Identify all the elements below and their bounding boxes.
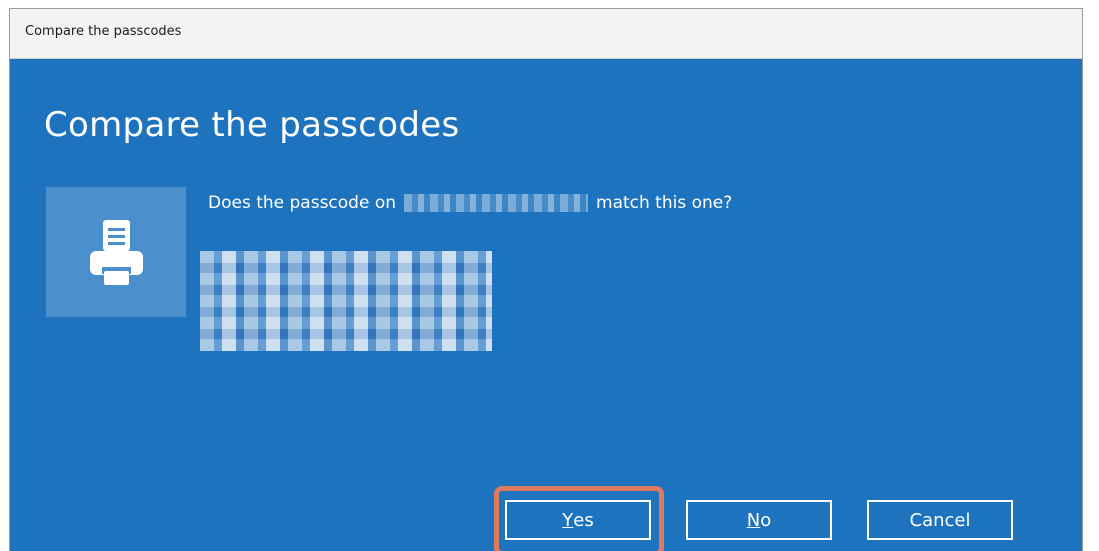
cancel-button[interactable]: Cancel: [867, 500, 1013, 540]
dialog-window: Compare the passcodes Compare the passco…: [9, 8, 1083, 551]
device-tile: [46, 187, 186, 317]
no-label-rest: o: [760, 509, 772, 531]
yes-accelerator: Y: [562, 509, 574, 531]
question-prefix: Does the passcode on: [208, 193, 397, 213]
redacted-device-name: [404, 194, 589, 212]
dialog-heading: Compare the passcodes: [44, 105, 460, 145]
no-button[interactable]: No: [686, 500, 832, 540]
yes-button[interactable]: Yes: [505, 500, 651, 540]
no-accelerator: N: [746, 509, 761, 531]
title-bar[interactable]: Compare the passcodes: [10, 9, 1082, 59]
yes-label-rest: es: [573, 509, 594, 531]
redacted-passcode: [200, 251, 492, 351]
printer-icon: [90, 220, 143, 285]
question-suffix: match this one?: [596, 193, 733, 213]
passcode-question: Does the passcode on match this one?: [208, 193, 732, 213]
window-title: Compare the passcodes: [25, 24, 182, 39]
dialog-content: Compare the passcodes Does the passcode …: [10, 59, 1082, 551]
